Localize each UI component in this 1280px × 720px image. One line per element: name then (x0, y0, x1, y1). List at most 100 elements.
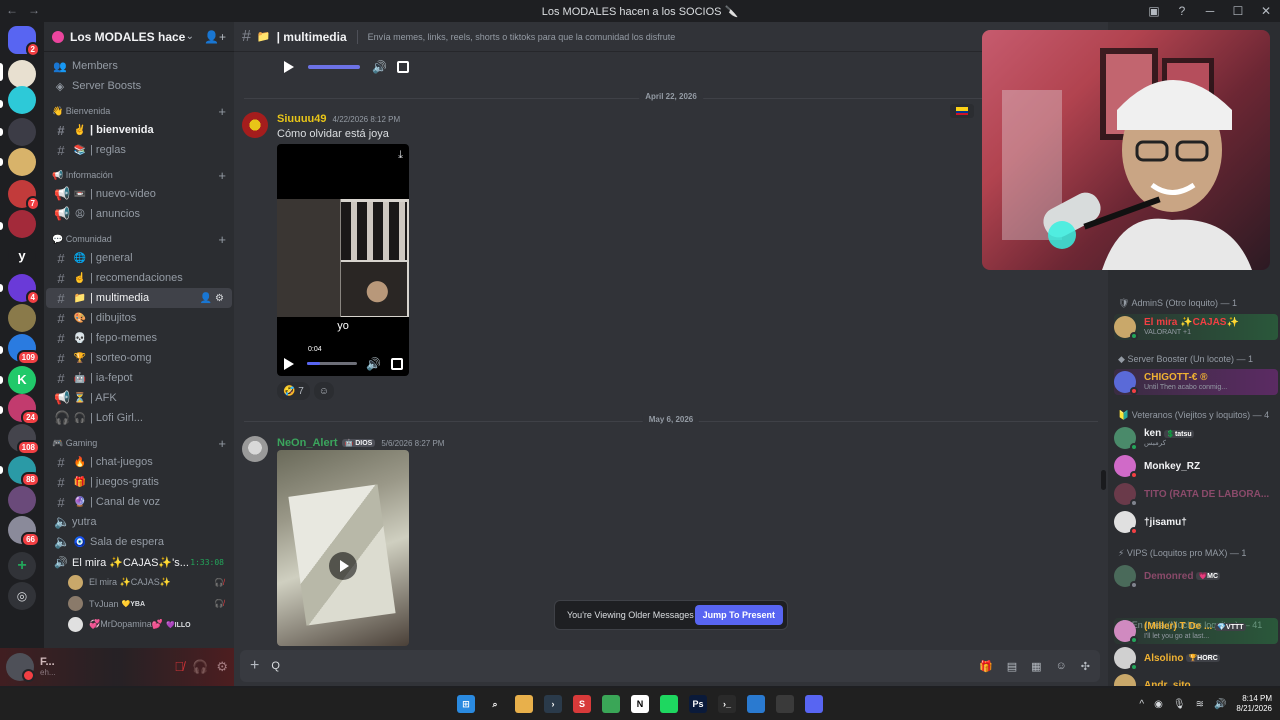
server-icon-server-13[interactable]: 108 (8, 424, 40, 455)
taskbar-app-discord[interactable] (805, 695, 823, 713)
video-attachment[interactable] (277, 450, 409, 646)
mic-icon[interactable]: 🎙 (1173, 699, 1186, 710)
member-item[interactable]: ken 💲tatsu كرمبس (1114, 425, 1278, 451)
taskbar-app-spotify[interactable] (660, 695, 678, 713)
emoji-icon[interactable]: ☺ (1056, 660, 1067, 673)
gif-icon[interactable]: ▤ (1007, 660, 1017, 673)
add-server-button[interactable]: + (8, 552, 36, 580)
sticker-icon[interactable]: ▦ (1031, 660, 1041, 673)
avatar[interactable] (242, 436, 268, 462)
server-icon-server-4[interactable] (8, 148, 36, 176)
play-icon[interactable] (284, 358, 294, 370)
server-icon-server-8[interactable]: 4 (8, 274, 40, 305)
taskbar-app-app-red[interactable]: S (573, 695, 591, 713)
download-icon[interactable]: ⤓ (398, 149, 403, 162)
minimize-button[interactable]: ─ (1196, 0, 1224, 22)
member-item[interactable]: TITO (RATA DE LABORA... (1114, 481, 1278, 507)
category-gaming[interactable]: 🎮 Gaming + (44, 434, 234, 452)
add-channel-icon[interactable]: + (218, 104, 226, 119)
channel-item[interactable]: 🎧 🎧 | Lofi Girl... (46, 408, 232, 428)
avatar[interactable] (242, 112, 268, 138)
help-icon[interactable]: ? (1168, 0, 1196, 22)
channel-item[interactable]: # 📁 | multimedia 👤 ⚙ (46, 288, 232, 308)
headphones-icon[interactable]: 🎧 (192, 659, 208, 675)
channel-item[interactable]: # 🌐 | general (46, 248, 232, 268)
voice-user[interactable]: TvJuan 💛YBA 🎧̸ (44, 593, 234, 614)
reaction-laugh[interactable]: 🤣 7 (277, 382, 310, 400)
close-button[interactable]: ✕ (1252, 0, 1280, 22)
voice-channel-active[interactable]: 🔊 El mira ✨CAJAS✨'s... 1:33:08 (46, 552, 232, 572)
message-input[interactable]: Q (271, 660, 979, 672)
add-reaction-icon[interactable]: ☺ (313, 382, 334, 400)
video-attachment[interactable]: ⤓ yo 0:04 (277, 144, 409, 376)
server-icon-server-14[interactable]: 88 (8, 456, 40, 487)
server-header[interactable]: Los MODALES hacen a l... ⌄ 👤+ (44, 22, 234, 52)
gift-icon[interactable]: 🎁 (979, 660, 993, 673)
invite-icon[interactable]: 👤 (200, 293, 212, 304)
taskbar-app-start[interactable]: ⊞ (457, 695, 475, 713)
jump-to-present-button[interactable]: Jump To Present (694, 605, 783, 625)
fullscreen-icon[interactable] (390, 358, 403, 370)
message-author[interactable]: Siuuuu49 (277, 113, 327, 125)
clock[interactable]: 8:14 PM 8/21/2026 (1236, 694, 1272, 714)
play-button[interactable] (329, 552, 357, 580)
volume-icon[interactable]: 🔊 (1214, 699, 1226, 710)
volume-slider[interactable] (308, 65, 360, 69)
member-item[interactable]: Andr_sito (1114, 672, 1278, 686)
voice-user[interactable]: El mira ✨CAJAS✨ 🎧̸ (44, 572, 234, 593)
server-icon-server-1[interactable] (8, 60, 36, 88)
server-icon-server-10[interactable]: 109 (8, 334, 40, 365)
add-channel-icon[interactable]: + (218, 168, 226, 183)
voice-channel-yutra[interactable]: 🔈 yutra (46, 512, 232, 532)
maximize-button[interactable]: ☐ (1224, 0, 1252, 22)
server-icon-server-3[interactable] (8, 118, 36, 146)
voice-channel-sala[interactable]: 🔈 🧿 Sala de espera (46, 532, 232, 552)
member-item[interactable]: El mira ✨CAJAS✨ VALORANT +1 (1114, 314, 1278, 340)
category-bienvenida[interactable]: 👋 Bienvenida + (44, 102, 234, 120)
channel-item[interactable]: # 🏆 | sorteo-omg (46, 348, 232, 368)
category-información[interactable]: 📢 Información + (44, 166, 234, 184)
invite-icon[interactable]: 👤+ (204, 30, 226, 44)
server-icon-direct-messages[interactable]: 2 (8, 26, 40, 57)
member-item[interactable]: CHIGOTT-€ ® Until Then acabo conmig... (1114, 369, 1278, 395)
server-icon-server-16[interactable]: 66 (8, 516, 40, 547)
gear-icon[interactable]: ⚙ (216, 659, 228, 675)
server-icon-server-6[interactable] (8, 210, 36, 238)
volume-icon[interactable]: 🔊 (366, 357, 381, 371)
inbox-icon[interactable]: ▣ (1140, 0, 1168, 22)
member-item[interactable]: (Miller) T De ... 💎VTTT I'll let you go at… (1114, 618, 1278, 644)
taskbar-app-terminal[interactable]: › (544, 695, 562, 713)
taskbar-app-photoshop[interactable]: Ps (689, 695, 707, 713)
volume-icon[interactable]: 🔊 (372, 60, 387, 74)
gear-icon[interactable]: ⚙ (215, 293, 224, 304)
channel-item[interactable]: # ✌️ | bienvenida (46, 120, 232, 140)
explore-servers-button[interactable]: ◎ (8, 582, 36, 610)
message-author[interactable]: NeOn_Alert (277, 437, 338, 449)
taskbar-app-vscode[interactable] (747, 695, 765, 713)
server-icon-server-11[interactable]: K (8, 366, 36, 394)
discord-tray-icon[interactable]: ◉ (1154, 699, 1163, 710)
add-channel-icon[interactable]: + (218, 232, 226, 247)
flag-reaction-hover[interactable] (950, 104, 974, 118)
user-avatar[interactable] (6, 653, 35, 682)
server-icon-server-9[interactable] (8, 304, 36, 332)
server-icon-server-15[interactable] (8, 486, 36, 514)
server-icon-server-12[interactable]: 24 (8, 394, 40, 425)
channel-item[interactable]: 📢 📼 | nuevo-video (46, 184, 232, 204)
server-icon-server-2[interactable] (8, 86, 36, 114)
server-boosts-item[interactable]: ◈ Server Boosts (44, 76, 234, 96)
member-item[interactable]: Alsolino 🏆HORC (1114, 645, 1278, 671)
taskbar-app-explorer[interactable] (515, 695, 533, 713)
category-comunidad[interactable]: 💬 Comunidad + (44, 230, 234, 248)
upload-plus-icon[interactable]: + (250, 657, 259, 675)
taskbar-app-obs[interactable] (776, 695, 794, 713)
server-icon-server-5[interactable]: 7 (8, 180, 40, 211)
channel-item[interactable]: 📢 😩 | anuncios (46, 204, 232, 224)
taskbar-app-code[interactable]: ›_ (718, 695, 736, 713)
taskbar-app-search[interactable]: ⌕ (486, 695, 504, 713)
server-icon-server-y[interactable]: y (8, 242, 36, 270)
channel-item[interactable]: # ☝️ | recomendaciones (46, 268, 232, 288)
apps-icon[interactable]: ✣ (1081, 660, 1090, 673)
members-item[interactable]: 👥 Members (44, 56, 234, 76)
channel-item[interactable]: # 🔮 | Canal de voz (46, 492, 232, 512)
